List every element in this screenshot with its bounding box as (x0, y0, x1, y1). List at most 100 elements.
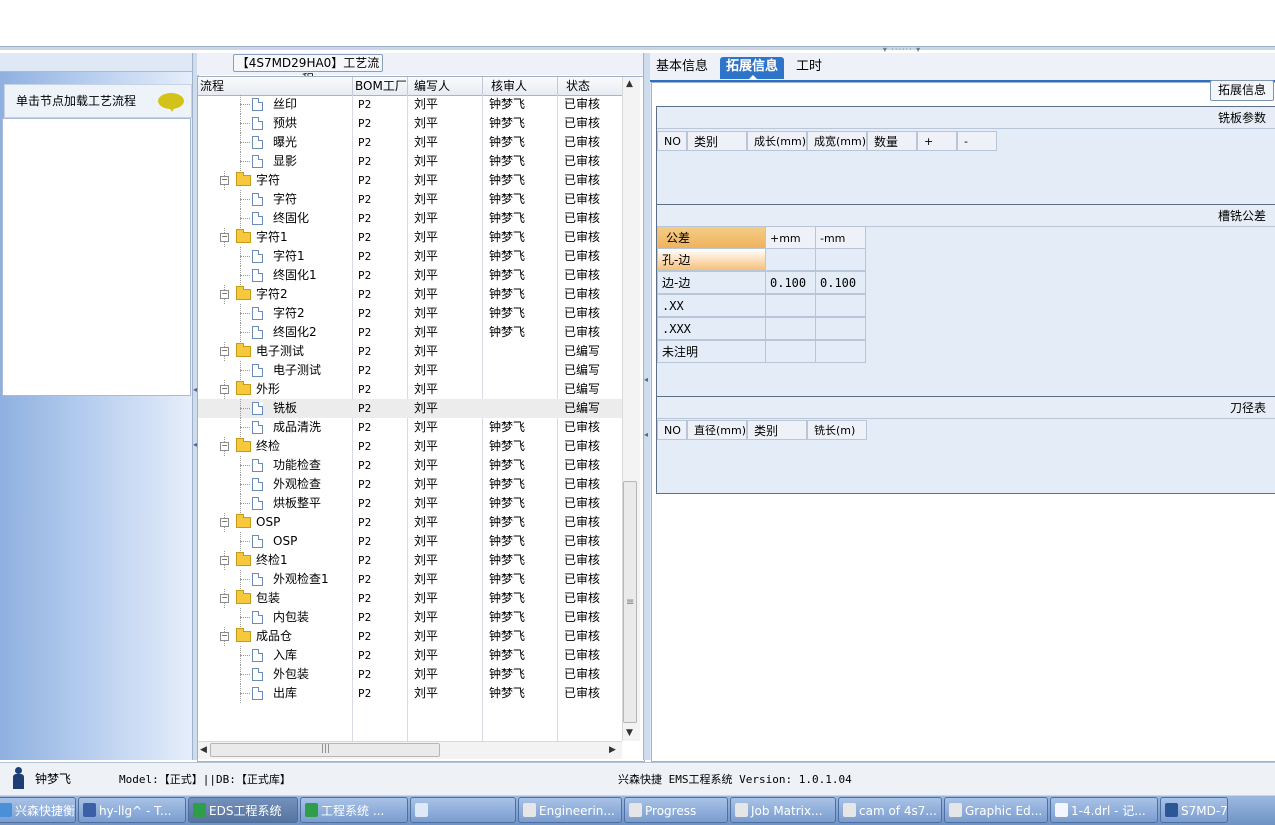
col-header-reviewer[interactable]: 核审人 (483, 77, 558, 95)
tolerance-plus-input[interactable] (765, 317, 816, 340)
taskbar-item[interactable]: Graphic Ed... (944, 797, 1048, 823)
taskbar-item[interactable]: 兴森快捷衡... (0, 797, 76, 823)
table-row[interactable]: 曝光 P2 刘平 钟梦飞 已审核 (198, 133, 622, 152)
add-row-button[interactable]: + (917, 131, 957, 151)
scroll-down-icon[interactable]: ▼ (626, 728, 633, 738)
col-length[interactable]: 成长(mm) (747, 131, 807, 151)
table-row[interactable]: 字符2 P2 刘平 钟梦飞 已审核 (198, 304, 622, 323)
tolerance-minus-input[interactable] (815, 248, 866, 271)
table-row[interactable]: − 外形 P2 刘平 已编写 (198, 380, 622, 399)
table-row[interactable]: 终固化2 P2 刘平 钟梦飞 已审核 (198, 323, 622, 342)
col-width[interactable]: 成宽(mm) (807, 131, 867, 151)
table-row[interactable]: − 终检 P2 刘平 钟梦飞 已审核 (198, 437, 622, 456)
collapse-icon[interactable]: − (220, 385, 229, 394)
tree-line (240, 503, 250, 504)
table-row[interactable]: 内包装 P2 刘平 钟梦飞 已审核 (198, 608, 622, 627)
taskbar-item[interactable]: Engineerin... (518, 797, 622, 823)
table-row[interactable]: 字符1 P2 刘平 钟梦飞 已审核 (198, 247, 622, 266)
node-tree-box[interactable] (2, 118, 191, 396)
tolerance-minus-input[interactable] (815, 294, 866, 317)
taskbar-item[interactable]: Progress (624, 797, 728, 823)
col-mill-length[interactable]: 铣长(m) (807, 420, 867, 440)
row-reviewer: 钟梦飞 (489, 268, 526, 282)
table-row[interactable]: − 字符1 P2 刘平 钟梦飞 已审核 (198, 228, 622, 247)
taskbar-item[interactable]: hy-llg^ - T... (78, 797, 186, 823)
scroll-right-icon[interactable]: ▶ (609, 745, 616, 755)
col-header-status[interactable]: 状态 (558, 77, 622, 95)
table-row[interactable]: 终固化1 P2 刘平 钟梦飞 已审核 (198, 266, 622, 285)
collapse-icon[interactable]: − (220, 347, 229, 356)
taskbar-item[interactable] (410, 797, 516, 823)
table-row[interactable]: − 字符 P2 刘平 钟梦飞 已审核 (198, 171, 622, 190)
col-header-author[interactable]: 编写人 (408, 77, 483, 95)
table-row[interactable]: 终固化 P2 刘平 钟梦飞 已审核 (198, 209, 622, 228)
collapse-icon[interactable]: − (220, 594, 229, 603)
col-diameter[interactable]: 直径(mm) (687, 420, 747, 440)
table-row[interactable]: 字符 P2 刘平 钟梦飞 已审核 (198, 190, 622, 209)
table-row[interactable]: 显影 P2 刘平 钟梦飞 已审核 (198, 152, 622, 171)
tolerance-minus-input[interactable] (815, 317, 866, 340)
collapse-icon[interactable]: − (220, 290, 229, 299)
tolerance-plus-input[interactable] (765, 248, 816, 271)
col-header-bom[interactable]: BOM工厂 (353, 77, 408, 95)
table-row[interactable]: 成品清洗 P2 刘平 钟梦飞 已审核 (198, 418, 622, 437)
taskbar-item[interactable]: 工程系统 ... (300, 797, 408, 823)
row-name: 功能检查 (273, 458, 322, 472)
col-type[interactable]: 类别 (747, 420, 807, 440)
tab-basic-info[interactable]: 基本信息 (650, 57, 714, 79)
scroll-up-icon[interactable]: ▲ (626, 79, 633, 89)
scroll-left-icon[interactable]: ◀ (200, 745, 207, 755)
tolerance-plus-input[interactable] (765, 340, 816, 363)
table-row[interactable]: OSP P2 刘平 钟梦飞 已审核 (198, 532, 622, 551)
table-row[interactable]: − 包装 P2 刘平 钟梦飞 已审核 (198, 589, 622, 608)
remove-row-button[interactable]: - (957, 131, 997, 151)
col-header-flow[interactable]: 流程 (198, 77, 353, 95)
table-row[interactable]: − 字符2 P2 刘平 钟梦飞 已审核 (198, 285, 622, 304)
table-row[interactable]: 外观检查1 P2 刘平 钟梦飞 已审核 (198, 570, 622, 589)
col-type[interactable]: 类别 (687, 131, 747, 151)
collapse-right-icon[interactable]: ◂ (644, 375, 648, 384)
table-row[interactable]: − OSP P2 刘平 钟梦飞 已审核 (198, 513, 622, 532)
taskbar-item[interactable]: Job Matrix... (730, 797, 836, 823)
top-splitter[interactable] (0, 46, 1275, 50)
row-reviewer: 钟梦飞 (489, 534, 526, 548)
tolerance-plus-input[interactable]: 0.100 (765, 271, 816, 294)
taskbar-item[interactable]: EDS工程系统 (188, 797, 298, 823)
collapse-icon[interactable]: − (220, 176, 229, 185)
table-row[interactable]: 丝印 P2 刘平 钟梦飞 已审核 (198, 95, 622, 114)
collapse-icon[interactable]: − (220, 518, 229, 527)
table-row[interactable]: 外包装 P2 刘平 钟梦飞 已审核 (198, 665, 622, 684)
folder-icon (236, 590, 251, 604)
table-row[interactable]: 铣板 P2 刘平 已编写 (198, 399, 622, 418)
col-quantity[interactable]: 数量 (867, 131, 917, 151)
table-row[interactable]: 功能检查 P2 刘平 钟梦飞 已审核 (198, 456, 622, 475)
table-row[interactable]: − 电子测试 P2 刘平 已编写 (198, 342, 622, 361)
collapse-icon[interactable]: − (220, 632, 229, 641)
tree-line (240, 484, 250, 485)
taskbar-item[interactable]: cam of 4s7... (838, 797, 942, 823)
collapse-icon[interactable]: − (220, 556, 229, 565)
taskbar-item[interactable]: S7MD-7 (1160, 797, 1228, 823)
col-no[interactable]: NO (657, 420, 687, 440)
row-author: 刘平 (414, 572, 439, 586)
table-row[interactable]: 电子测试 P2 刘平 已编写 (198, 361, 622, 380)
table-row[interactable]: 外观检查 P2 刘平 钟梦飞 已审核 (198, 475, 622, 494)
collapse-icon[interactable]: − (220, 233, 229, 242)
taskbar-item[interactable]: 1-4.drl - 记... (1050, 797, 1158, 823)
collapse-icon[interactable]: − (220, 442, 229, 451)
tolerance-plus-input[interactable] (765, 294, 816, 317)
table-row[interactable]: 出库 P2 刘平 钟梦飞 已审核 (198, 684, 622, 703)
row-author: 刘平 (414, 534, 439, 548)
tolerance-row-label: 未注明 (657, 340, 766, 363)
col-no[interactable]: NO (657, 131, 687, 151)
table-row[interactable]: 入库 P2 刘平 钟梦飞 已审核 (198, 646, 622, 665)
tolerance-minus-input[interactable]: 0.100 (815, 271, 866, 294)
table-row[interactable]: 预烘 P2 刘平 钟梦飞 已审核 (198, 114, 622, 133)
tolerance-minus-input[interactable] (815, 340, 866, 363)
table-row[interactable]: 烘板整平 P2 刘平 钟梦飞 已审核 (198, 494, 622, 513)
table-row[interactable]: − 终检1 P2 刘平 钟梦飞 已审核 (198, 551, 622, 570)
collapse-right-icon-2[interactable]: ◂ (644, 430, 648, 439)
expand-info-button[interactable]: 拓展信息 (1210, 80, 1274, 101)
table-row[interactable]: − 成品仓 P2 刘平 钟梦飞 已审核 (198, 627, 622, 646)
tab-work-hours[interactable]: 工时 (790, 57, 828, 79)
